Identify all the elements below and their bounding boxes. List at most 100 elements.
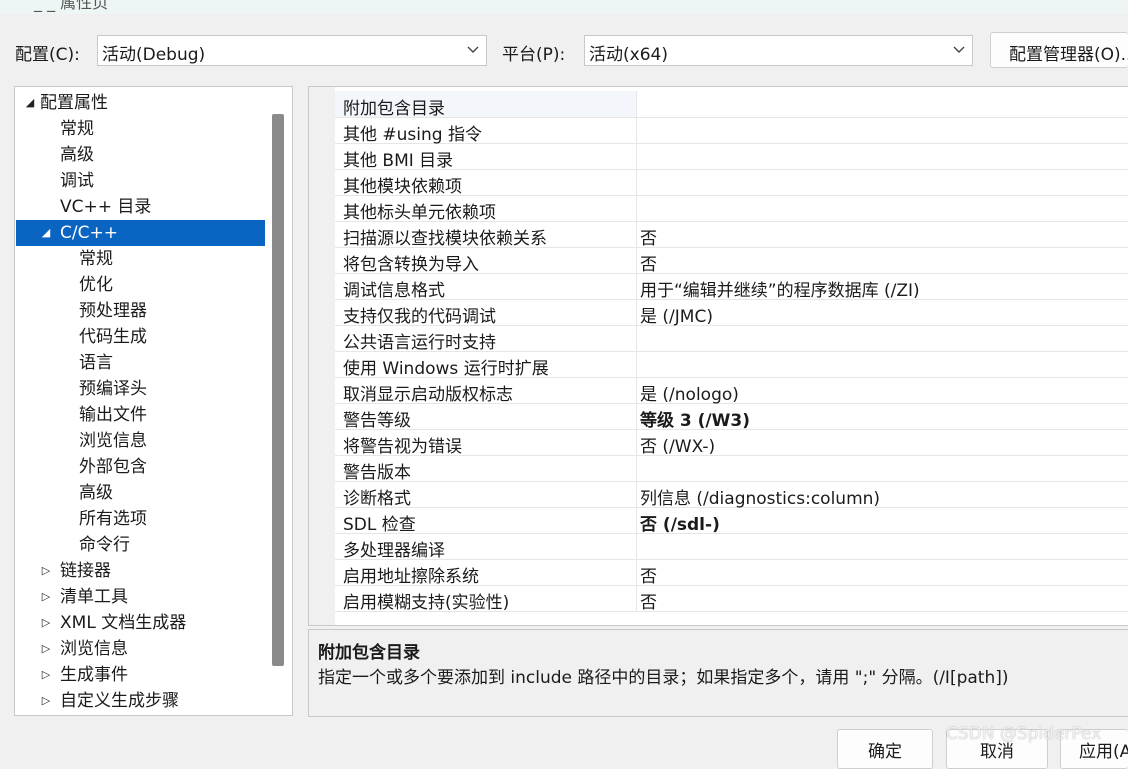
collapse-arrow-icon[interactable]: ▷ [40,610,52,636]
property-name: 使用 Windows 运行时扩展 [343,359,549,379]
tree-item[interactable]: 外部包含 [16,454,265,480]
property-name: 启用模糊支持(实验性) [343,593,510,613]
platform-dropdown[interactable]: 活动(x64) [584,35,973,66]
tree-item[interactable]: VC++ 目录 [16,194,265,220]
tree-item-label: C/C++ [60,223,118,243]
property-name: SDL 检查 [343,515,416,535]
expand-arrow-icon[interactable]: ◢ [40,220,52,246]
tree-item[interactable]: ◢ 配置属性 [16,90,265,116]
property-value[interactable]: 是 (/JMC) [640,302,713,327]
tree-item-label: 浏览信息 [79,431,147,451]
tree-item-label: 常规 [60,119,94,139]
property-row[interactable]: 启用模糊支持(实验性) 否 [335,585,1128,613]
property-row[interactable]: 其他 #using 指令 [335,117,1128,145]
tree-item[interactable]: 预处理器 [16,298,265,324]
config-manager-button[interactable]: 配置管理器(O)... [990,32,1128,68]
property-value[interactable]: 等级 3 (/W3) [640,406,750,431]
tree-item[interactable]: 高级 [16,480,265,506]
tree-item-label: 自定义生成步骤 [60,691,179,711]
platform-label: 平台(P): [502,45,566,65]
property-value[interactable]: 否 [640,562,657,587]
property-name: 附加包含目录 [343,99,445,119]
property-row[interactable]: SDL 检查 否 (/sdl-) [335,507,1128,535]
collapse-arrow-icon[interactable]: ▷ [40,662,52,688]
property-row[interactable]: 公共语言运行时支持 [335,325,1128,353]
tree-item-label: 代码生成 [79,327,147,347]
tree-item-label: 优化 [79,275,113,295]
tree-item[interactable]: ◢ C/C++ [16,220,265,246]
property-row[interactable]: 启用地址擦除系统 否 [335,559,1128,587]
ok-button[interactable]: 确定 [837,729,933,769]
property-value[interactable]: 是 (/nologo) [640,380,739,405]
title-bar-fragment: _ _ 属性页 [0,0,1128,14]
tree-item[interactable]: ▷ 清单工具 [16,584,265,610]
property-value[interactable]: 否 [640,588,657,613]
description-title: 附加包含目录 [318,643,420,663]
property-row[interactable]: 警告版本 [335,455,1128,483]
tree-item[interactable]: 常规 [16,116,265,142]
config-value: 活动(Debug) [102,45,206,65]
tree-item[interactable]: 输出文件 [16,402,265,428]
collapse-arrow-icon[interactable]: ▷ [40,636,52,662]
property-row[interactable]: 其他 BMI 目录 [335,143,1128,171]
property-name: 启用地址擦除系统 [343,567,479,587]
property-row[interactable]: 将包含转换为导入 否 [335,247,1128,275]
description-text: 指定一个或多个要添加到 include 路径中的目录；如果指定多个，请用 ";"… [318,668,1009,688]
window-title: _ _ 属性页 [34,0,109,12]
tree-item[interactable]: 所有选项 [16,506,265,532]
tree-item[interactable]: ▷ XML 文档生成器 [16,610,265,636]
tree-item[interactable]: 高级 [16,142,265,168]
property-row[interactable]: 其他模块依赖项 [335,169,1128,197]
property-row[interactable]: 其他标头单元依赖项 [335,195,1128,223]
property-row[interactable]: 调试信息格式 用于“编辑并继续”的程序数据库 (/ZI) [335,273,1128,301]
config-dropdown[interactable]: 活动(Debug) [97,35,487,66]
property-row[interactable]: 支持仅我的代码调试 是 (/JMC) [335,299,1128,327]
chevron-down-icon [953,46,965,53]
property-name: 取消显示启动版权标志 [343,385,513,405]
tree-item[interactable]: ▷ 浏览信息 [16,636,265,662]
ok-label: 确定 [868,742,902,762]
expand-arrow-icon[interactable]: ◢ [24,90,36,116]
tree-item-label: 配置属性 [40,93,108,113]
tree-item-label: 浏览信息 [60,639,128,659]
tree-item-label: 常规 [79,249,113,269]
property-value[interactable]: 否 (/WX-) [640,432,715,457]
tree-item[interactable]: 常规 [16,246,265,272]
tree-scrollbar[interactable] [272,114,284,666]
property-value[interactable]: 列信息 (/diagnostics:column) [640,484,880,509]
property-value[interactable]: 否 (/sdl-) [640,510,720,535]
tree-item[interactable]: 代码生成 [16,324,265,350]
property-value[interactable]: 否 [640,250,657,275]
tree-item[interactable]: 预编译头 [16,376,265,402]
tree-item-label: 清单工具 [60,587,128,607]
property-value[interactable]: 用于“编辑并继续”的程序数据库 (/ZI) [640,276,920,301]
property-row[interactable]: 附加包含目录 [335,91,1128,119]
property-row[interactable]: 扫描源以查找模块依赖关系 否 [335,221,1128,249]
property-row[interactable]: 取消显示启动版权标志 是 (/nologo) [335,377,1128,405]
collapse-arrow-icon[interactable]: ▷ [40,558,52,584]
tree-item-label: 所有选项 [79,509,147,529]
tree-item-label: XML 文档生成器 [60,613,187,633]
tree-item-label: 高级 [60,145,94,165]
property-name: 多处理器编译 [343,541,445,561]
tree-item[interactable]: ▷ 自定义生成步骤 [16,688,265,714]
tree-item[interactable]: 优化 [16,272,265,298]
property-row[interactable]: 警告等级 等级 3 (/W3) [335,403,1128,431]
collapse-arrow-icon[interactable]: ▷ [40,688,52,714]
property-row[interactable]: 将警告视为错误 否 (/WX-) [335,429,1128,457]
tree-item[interactable]: 浏览信息 [16,428,265,454]
collapse-arrow-icon[interactable]: ▷ [40,584,52,610]
property-value[interactable]: 否 [640,224,657,249]
tree-item[interactable]: ▷ 生成事件 [16,662,265,688]
tree-item[interactable]: 调试 [16,168,265,194]
tree-item[interactable]: 命令行 [16,532,265,558]
property-row[interactable]: 使用 Windows 运行时扩展 [335,351,1128,379]
tree-item[interactable]: 语言 [16,350,265,376]
tree-item[interactable]: ▷ 链接器 [16,558,265,584]
property-name: 其他标头单元依赖项 [343,203,496,223]
grid-gutter [309,87,335,625]
tree-item-label: 链接器 [60,561,111,581]
property-row[interactable]: 多处理器编译 [335,533,1128,561]
property-row[interactable]: 诊断格式 列信息 (/diagnostics:column) [335,481,1128,509]
property-name: 其他 BMI 目录 [343,151,454,171]
